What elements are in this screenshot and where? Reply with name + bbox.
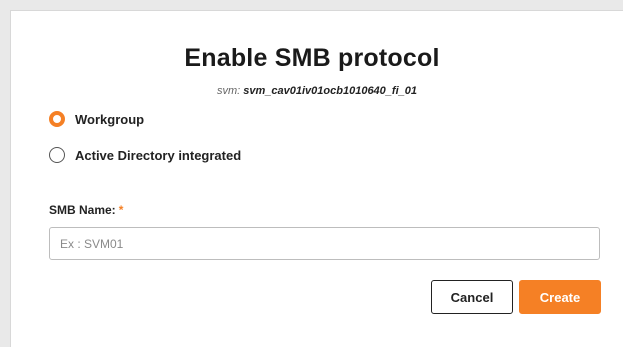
- svm-name: svm_cav01iv01ocb1010640_fi_01: [243, 85, 417, 97]
- smb-name-label: SMB Name: *: [49, 203, 123, 217]
- required-mark: *: [118, 203, 124, 217]
- radio-option-active-directory[interactable]: Active Directory integrated: [49, 147, 241, 163]
- svm-prefix: svm:: [217, 85, 244, 97]
- enable-smb-dialog: Enable SMB protocol svm: svm_cav01iv01oc…: [10, 10, 623, 347]
- dialog-subtitle: svm: svm_cav01iv01ocb1010640_fi_01: [11, 85, 623, 97]
- smb-name-input[interactable]: [49, 227, 600, 260]
- radio-unchecked-icon[interactable]: [49, 147, 65, 163]
- create-button[interactable]: Create: [519, 280, 601, 314]
- dialog-title: Enable SMB protocol: [184, 44, 440, 72]
- smb-name-label-text: SMB Name:: [49, 203, 116, 217]
- radio-option-workgroup[interactable]: Workgroup: [49, 111, 144, 127]
- radio-label-workgroup: Workgroup: [75, 111, 145, 127]
- radio-checked-icon[interactable]: [49, 111, 65, 127]
- cancel-button[interactable]: Cancel: [431, 280, 513, 314]
- radio-label-active-directory: Active Directory integrated: [75, 147, 242, 163]
